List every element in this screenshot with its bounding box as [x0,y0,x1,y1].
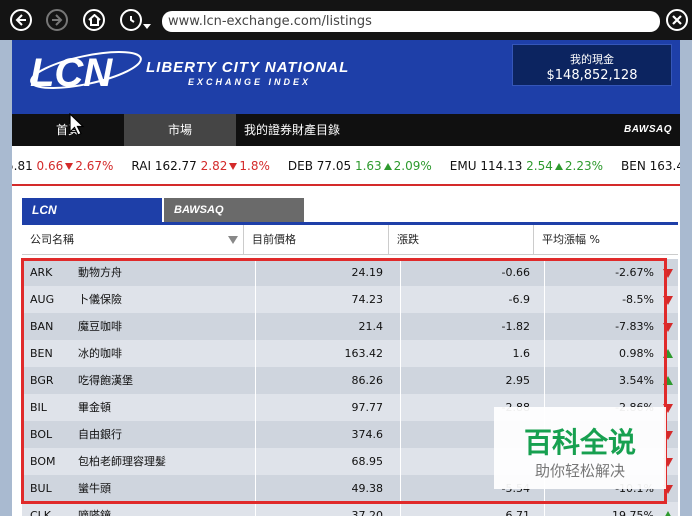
ticker-change: 0.66 [36,159,64,173]
ticker-percent: 1.8% [239,159,270,173]
exchange-tabs: LCN BAWSAQ [22,198,678,222]
cash-balance-box: 我的現金 $148,852,128 [512,44,672,86]
tab-portfolio[interactable]: 我的證券財產目錄 [236,114,348,146]
clock-icon [130,16,135,23]
address-bar[interactable]: www.lcn-exchange.com/listings [162,11,660,32]
col-header-company-label: 公司名稱 [30,233,74,246]
down-arrow-icon [65,163,74,170]
ticker-item[interactable]: BEN 163.42 [621,159,680,173]
table-header: 公司名稱 目前價格 漲跌 平均漲幅 % [22,225,678,255]
mouse-cursor-icon [69,113,85,136]
up-arrow-icon [383,163,392,170]
tab-home[interactable]: 首頁 [12,114,124,146]
col-header-pct[interactable]: 平均漲幅 % [534,225,678,255]
watermark-main: 百科全说 [523,426,636,459]
ticker-symbol: EMU [449,159,477,173]
ticker-price: 77.05 [316,159,352,173]
home-icon [87,14,101,26]
ticker-item[interactable]: DEB 77.05 1.63 2.09% [288,159,432,173]
tab-bawsaq-exchange[interactable]: BAWSAQ [164,198,304,222]
row-change: 6.71 [400,502,536,516]
forward-arrow-icon [52,14,63,26]
row-symbol: CLK [30,509,52,516]
ticker-change: 2.54 [526,159,553,173]
page-margin-right [680,40,692,516]
browser-toolbar: www.lcn-exchange.com/listings [0,0,692,40]
svg-text:LCN: LCN [30,51,113,92]
site-title: LIBERTY CITY NATIONAL [146,59,350,76]
close-button[interactable] [666,9,688,31]
forward-button[interactable] [46,9,68,31]
up-arrow-icon [554,163,563,170]
ticker-item[interactable]: EMU 114.13 2.54 2.23% [450,159,603,173]
history-button[interactable] [120,9,142,31]
ticker-change: 2.82 [200,159,228,173]
ticker-price: 162.77 [154,159,197,173]
ticker-symbol: DEB [287,159,313,173]
cash-value: $148,852,128 [546,68,638,83]
down-arrow-icon [229,163,238,170]
main-nav: 首頁 市場 我的證券財產目錄 BAWSAQ [12,114,680,146]
sort-down-icon[interactable] [228,236,238,244]
tab-market[interactable]: 市場 [124,114,236,146]
row-percent: 19.75% [544,502,656,516]
back-arrow-icon [15,14,26,26]
stock-ticker: 5.81 0.66 2.67% RAI 162.77 2.82 1.8% DEB 77.… [12,146,680,186]
site-subtitle: EXCHANGE INDEX [188,77,312,87]
row-trend [662,502,674,516]
ticker-price: 5.81 [12,159,33,173]
col-header-price[interactable]: 目前價格 [244,225,389,255]
web-page: LCN LIBERTY CITY NATIONAL EXCHANGE INDEX… [12,40,680,516]
ticker-item[interactable]: RAI 162.77 2.82 1.8% [131,159,269,173]
ticker-symbol: RAI [131,159,151,173]
back-button[interactable] [10,9,32,31]
ticker-price: 114.13 [480,159,523,173]
watermark-logo: 百科全说 助你轻松解决 [494,407,666,489]
col-header-company[interactable]: 公司名稱 [22,225,244,255]
row-price: 37.20 [255,502,391,516]
ticker-percent: 2.67% [75,159,114,173]
ticker-change: 1.63 [354,159,382,173]
up-arrow-icon [663,511,673,516]
lcn-logo[interactable]: LCN [26,48,144,96]
cash-label: 我的現金 [570,53,614,66]
col-header-change[interactable]: 漲跌 [389,225,534,255]
table-row[interactable]: CLK 嘀嗒鐘 37.20 6.71 19.75% [22,502,678,516]
ticker-price: 163.42 [649,159,680,173]
ticker-symbol: BEN [621,159,646,173]
row-company-name: 嘀嗒鐘 [78,509,111,516]
tab-lcn-exchange[interactable]: LCN [22,198,162,222]
home-button[interactable] [83,9,105,31]
page-margin-left [0,40,12,516]
ticker-item[interactable]: 5.81 0.66 2.67% [12,159,113,173]
chevron-down-icon[interactable] [143,24,151,30]
close-icon [672,15,682,25]
watermark-sub: 助你轻松解决 [534,462,625,480]
ticker-percent: 2.09% [393,159,432,173]
bawsaq-logo[interactable]: BAWSAQ [624,124,672,135]
ticker-percent: 2.23% [564,159,604,173]
ticker-strip: 5.81 0.66 2.67% RAI 162.77 2.82 1.8% DEB 77.… [12,159,680,173]
site-header: LCN LIBERTY CITY NATIONAL EXCHANGE INDEX… [12,40,680,114]
